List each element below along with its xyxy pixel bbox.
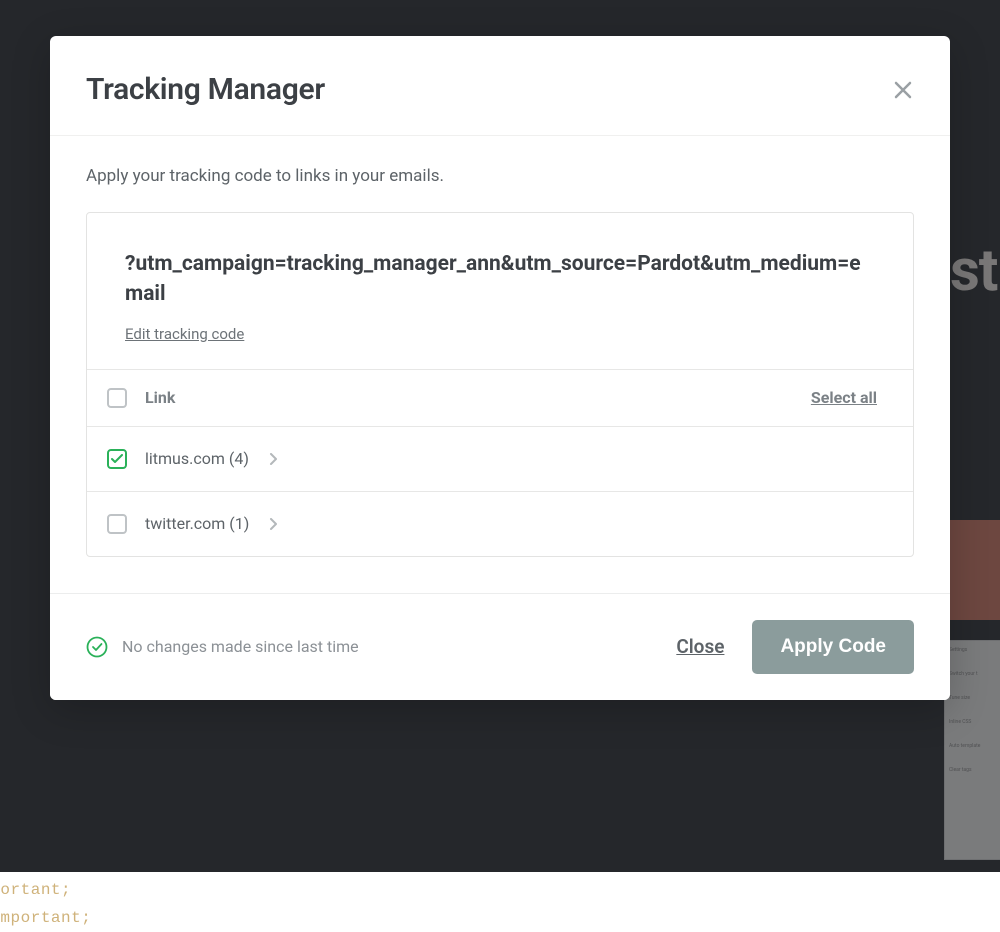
header-left: Link [107, 388, 175, 408]
footer-actions: Close Apply Code [676, 620, 914, 674]
modal-footer: No changes made since last time Close Ap… [50, 593, 950, 700]
select-all-checkbox[interactable] [107, 388, 127, 408]
modal-subtitle: Apply your tracking code to links in you… [86, 166, 914, 186]
link-row-domain: twitter.com (1) [145, 514, 249, 533]
link-row-checkbox[interactable] [107, 449, 127, 469]
modal-header: Tracking Manager [50, 36, 950, 136]
links-card: ?utm_campaign=tracking_manager_ann&utm_s… [86, 212, 914, 557]
link-row-domain: litmus.com (4) [145, 449, 249, 468]
check-circle-icon [86, 636, 108, 658]
chevron-right-icon [269, 518, 277, 530]
close-button[interactable]: Close [676, 635, 724, 658]
modal-body: Apply your tracking code to links in you… [50, 136, 950, 593]
modal-title: Tracking Manager [86, 72, 325, 107]
apply-code-button[interactable]: Apply Code [752, 620, 914, 674]
chevron-right-icon [269, 453, 277, 465]
tracking-code-block: ?utm_campaign=tracking_manager_ann&utm_s… [87, 213, 913, 369]
link-column-label: Link [145, 388, 175, 407]
link-row[interactable]: twitter.com (1) [87, 492, 913, 556]
tracking-code-value: ?utm_campaign=tracking_manager_ann&utm_s… [125, 249, 875, 310]
status-group: No changes made since last time [86, 636, 359, 658]
status-text: No changes made since last time [122, 637, 359, 656]
tracking-manager-modal: Tracking Manager Apply your tracking cod… [50, 36, 950, 700]
links-table-header: Link Select all [87, 369, 913, 427]
close-icon[interactable] [892, 79, 914, 101]
select-all-link[interactable]: Select all [811, 388, 877, 407]
edit-tracking-link[interactable]: Edit tracking code [125, 325, 244, 343]
link-row-checkbox[interactable] [107, 514, 127, 534]
link-row[interactable]: litmus.com (4) [87, 427, 913, 492]
